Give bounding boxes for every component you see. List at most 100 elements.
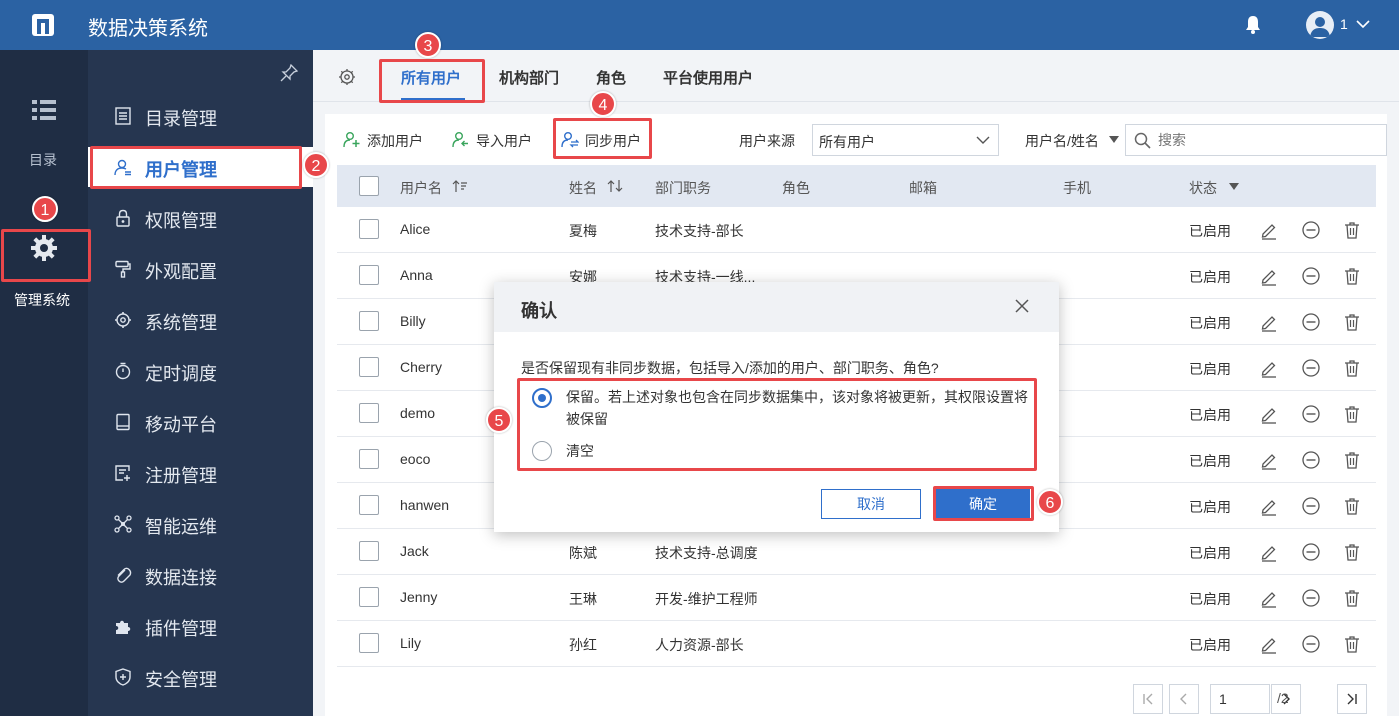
sidebar-item-schedule[interactable]: 定时调度 xyxy=(88,351,313,391)
user-number[interactable]: 1 xyxy=(1340,16,1348,32)
network-icon xyxy=(114,515,132,533)
rail-system-label[interactable]: 管理系统 xyxy=(14,290,70,310)
disable-icon[interactable] xyxy=(1301,266,1321,286)
edit-icon[interactable] xyxy=(1259,404,1279,424)
trash-icon[interactable] xyxy=(1342,312,1362,332)
tab-departments[interactable]: 机构部门 xyxy=(499,67,559,88)
row-checkbox[interactable] xyxy=(359,357,379,377)
trash-icon[interactable] xyxy=(1342,358,1362,378)
caret-down-icon[interactable] xyxy=(1109,136,1119,143)
search-input[interactable] xyxy=(1158,130,1378,150)
sidebar-item-security[interactable]: 安全管理 xyxy=(88,657,313,697)
page-number-input[interactable]: 1 xyxy=(1210,684,1270,714)
sort-asc-icon[interactable] xyxy=(452,179,468,193)
edit-icon[interactable] xyxy=(1259,496,1279,516)
table-row[interactable]: Jack 陈斌 技术支持-总调度 已启用 xyxy=(337,529,1376,575)
chevron-down-icon[interactable] xyxy=(1355,18,1371,30)
edit-icon[interactable] xyxy=(1259,220,1279,240)
row-checkbox[interactable] xyxy=(359,219,379,239)
gear-icon[interactable] xyxy=(30,234,58,262)
sidebar-item-system[interactable]: 系统管理 xyxy=(88,300,313,340)
row-checkbox[interactable] xyxy=(359,495,379,515)
tab-all-users[interactable]: 所有用户 xyxy=(401,67,461,88)
edit-icon[interactable] xyxy=(1259,634,1279,654)
sort-icon[interactable] xyxy=(607,179,623,193)
disable-icon[interactable] xyxy=(1301,542,1321,562)
select-all-checkbox[interactable] xyxy=(359,176,379,196)
trash-icon[interactable] xyxy=(1342,542,1362,562)
edit-icon[interactable] xyxy=(1259,312,1279,332)
col-name[interactable]: 姓名 xyxy=(569,178,597,198)
cell-username: demo xyxy=(400,405,436,421)
trash-icon[interactable] xyxy=(1342,588,1362,608)
edit-icon[interactable] xyxy=(1259,588,1279,608)
filter-field-label[interactable]: 用户名/姓名 xyxy=(1025,131,1099,151)
disable-icon[interactable] xyxy=(1301,220,1321,240)
cell-name: 王琳 xyxy=(569,591,597,607)
row-checkbox[interactable] xyxy=(359,449,379,469)
col-username[interactable]: 用户名 xyxy=(400,178,442,198)
col-status[interactable]: 状态 xyxy=(1189,178,1217,198)
clear-radio[interactable] xyxy=(532,441,552,461)
row-checkbox[interactable] xyxy=(359,587,379,607)
disable-icon[interactable] xyxy=(1301,312,1321,332)
edit-icon[interactable] xyxy=(1259,266,1279,286)
trash-icon[interactable] xyxy=(1342,634,1362,654)
bell-icon[interactable] xyxy=(1244,15,1262,35)
tab-active-indicator xyxy=(401,98,465,101)
prev-page-button[interactable] xyxy=(1169,684,1199,714)
row-checkbox[interactable] xyxy=(359,541,379,561)
row-checkbox[interactable] xyxy=(359,311,379,331)
edit-icon[interactable] xyxy=(1259,450,1279,470)
trash-icon[interactable] xyxy=(1342,496,1362,516)
tab-roles[interactable]: 角色 xyxy=(596,67,626,88)
keep-option-label[interactable]: 保留。若上述对象也包含在同步数据集中，该对象将被更新，其权限设置将被保留 xyxy=(566,386,1036,430)
first-page-button[interactable] xyxy=(1133,684,1163,714)
table-row[interactable]: Jenny 王琳 开发-维护工程师 已启用 xyxy=(337,575,1376,621)
cancel-button[interactable]: 取消 xyxy=(821,489,921,519)
table-row[interactable]: Alice 夏梅 技术支持-部长 已启用 xyxy=(337,207,1376,253)
clear-option-label[interactable]: 清空 xyxy=(566,440,594,462)
edit-icon[interactable] xyxy=(1259,542,1279,562)
ok-button[interactable]: 确定 xyxy=(936,489,1030,519)
last-page-button[interactable] xyxy=(1337,684,1367,714)
disable-icon[interactable] xyxy=(1301,358,1321,378)
trash-icon[interactable] xyxy=(1342,220,1362,240)
sidebar-item-ops[interactable]: 智能运维 xyxy=(88,504,313,544)
edit-icon[interactable] xyxy=(1259,358,1279,378)
sidebar-item-users[interactable]: 用户管理 xyxy=(88,147,313,187)
rail-catalog-label[interactable]: 目录 xyxy=(29,150,57,170)
disable-icon[interactable] xyxy=(1301,404,1321,424)
sidebar-item-permissions[interactable]: 权限管理 xyxy=(88,198,313,238)
sidebar-item-register[interactable]: 注册管理 xyxy=(88,453,313,493)
disable-icon[interactable] xyxy=(1301,450,1321,470)
source-select[interactable]: 所有用户 xyxy=(812,124,999,156)
trash-icon[interactable] xyxy=(1342,404,1362,424)
trash-icon[interactable] xyxy=(1342,450,1362,470)
row-checkbox[interactable] xyxy=(359,265,379,285)
avatar[interactable] xyxy=(1306,11,1334,39)
paint-roller-icon xyxy=(115,260,131,278)
trash-icon[interactable] xyxy=(1342,266,1362,286)
row-checkbox[interactable] xyxy=(359,633,379,653)
pin-icon[interactable] xyxy=(280,64,298,82)
close-icon[interactable] xyxy=(1015,299,1029,313)
sidebar-item-appearance[interactable]: 外观配置 xyxy=(88,249,313,289)
table-row[interactable]: Lily 孙红 人力资源-部长 已启用 xyxy=(337,621,1376,667)
sidebar-item-plugins[interactable]: 插件管理 xyxy=(88,606,313,646)
sidebar-item-catalog[interactable]: 目录管理 xyxy=(88,96,313,136)
settings-icon[interactable] xyxy=(338,68,356,86)
sidebar-item-data-connection[interactable]: 数据连接 xyxy=(88,555,313,595)
keep-radio[interactable] xyxy=(532,388,552,408)
disable-icon[interactable] xyxy=(1301,496,1321,516)
search-box[interactable] xyxy=(1125,124,1387,156)
row-checkbox[interactable] xyxy=(359,403,379,423)
import-user-label: 导入用户 xyxy=(476,133,532,149)
disable-icon[interactable] xyxy=(1301,588,1321,608)
list-icon[interactable] xyxy=(31,98,57,122)
caret-down-icon[interactable] xyxy=(1229,183,1239,190)
sidebar-item-mobile[interactable]: 移动平台 xyxy=(88,402,313,442)
step-badge-4: 4 xyxy=(590,91,616,117)
disable-icon[interactable] xyxy=(1301,634,1321,654)
tab-platform-users[interactable]: 平台使用用户 xyxy=(663,67,753,88)
